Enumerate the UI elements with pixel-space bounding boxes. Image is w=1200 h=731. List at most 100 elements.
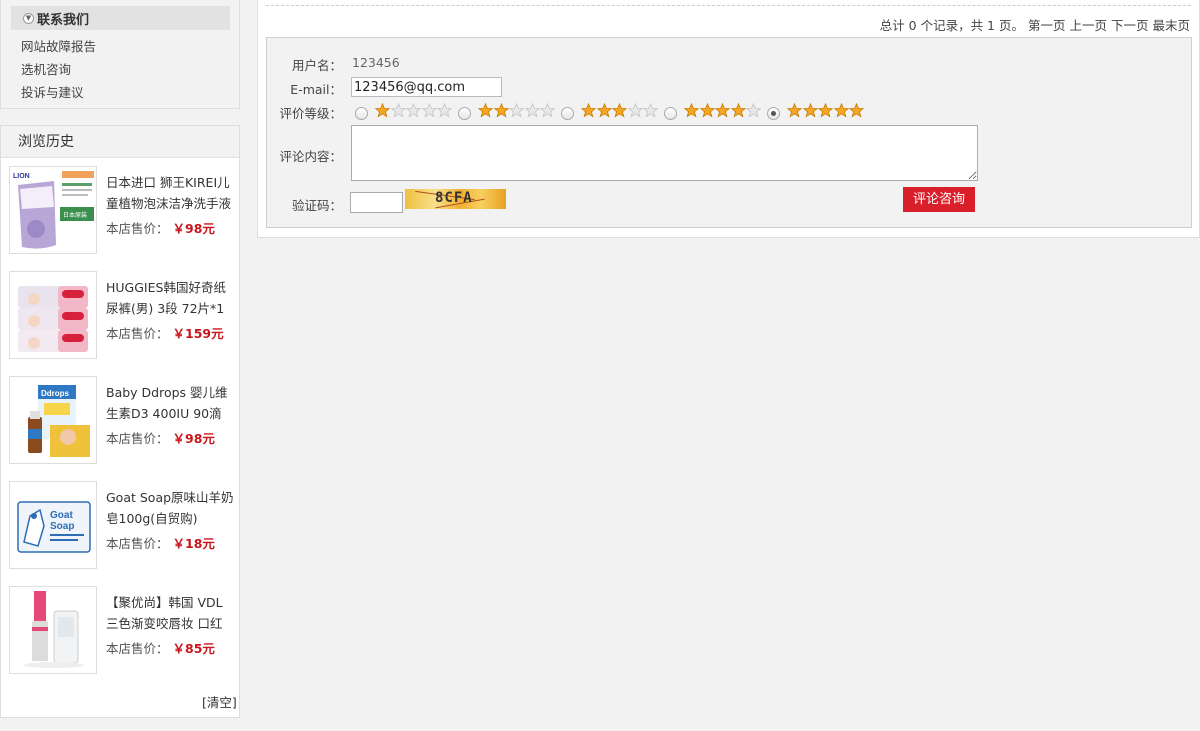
star-filled-icon <box>375 102 390 118</box>
star-empty-icon <box>390 102 406 118</box>
product-thumbnail[interactable]: Ddrops <box>9 376 97 464</box>
star-filled-icon <box>612 102 627 118</box>
pager-next[interactable]: 下一页 <box>1111 18 1149 33</box>
svg-text:Soap: Soap <box>50 521 74 532</box>
email-label: E-mail： <box>290 82 342 97</box>
star-filled-icon <box>787 102 802 118</box>
pager-prev[interactable]: 上一页 <box>1069 18 1107 33</box>
star-empty-icon <box>406 102 421 118</box>
history-item-name[interactable]: 【聚优尚】韩国 VDL 三色渐变咬唇妆 口红唇膏 <box>106 592 234 634</box>
star-empty-icon <box>509 102 524 118</box>
star-filled-icon <box>802 102 818 118</box>
product-thumbnail[interactable]: Goat Soap <box>9 481 97 569</box>
product-thumbnail[interactable]: LION 日本原装 <box>9 166 97 254</box>
price-label: 本店售价： <box>106 326 169 341</box>
star-empty-icon <box>437 102 452 118</box>
captcha-image[interactable]: 8CFA <box>405 189 506 209</box>
history-item-price: 本店售价： ￥85元 <box>106 638 215 657</box>
contact-header[interactable]: ▼ 联系我们 <box>11 6 230 30</box>
comment-label: 评论内容： <box>279 149 342 164</box>
svg-text:LION: LION <box>13 173 30 180</box>
pager-first[interactable]: 第一页 <box>1028 18 1066 33</box>
star-empty-icon <box>746 102 761 118</box>
svg-text:日本原装: 日本原装 <box>63 211 87 219</box>
price-label: 本店售价： <box>106 431 169 446</box>
history-item-price: 本店售价： ￥18元 <box>106 533 215 552</box>
divider <box>266 5 1191 6</box>
rating-option-5[interactable] <box>767 100 865 120</box>
history-item[interactable]: LION 日本原装 日本进口 狮王KIREI儿童植物泡沫洁净洗手液 本店售价： ￥… <box>1 166 239 256</box>
submit-comment-button[interactable]: 评论咨询 <box>903 187 975 212</box>
price-label: 本店售价： <box>106 641 169 656</box>
star-empty-icon <box>524 102 540 118</box>
star-filled-icon <box>730 102 746 118</box>
star-filled-icon <box>818 102 833 118</box>
rating-radio-2[interactable] <box>458 106 471 120</box>
star-filled-icon <box>581 102 596 118</box>
rating-stars <box>375 102 453 118</box>
chevron-down-icon: ▼ <box>23 12 34 24</box>
username-value: 123456 <box>352 55 400 70</box>
rating-option-3[interactable] <box>561 100 659 120</box>
product-thumbnail[interactable] <box>9 586 97 674</box>
history-item-price: 本店售价： ￥98元 <box>106 218 215 237</box>
price-value: ￥98元 <box>172 431 215 446</box>
captcha-text: 8CFA <box>435 190 473 206</box>
captcha-label: 验证码： <box>291 198 342 213</box>
price-label: 本店售价： <box>106 221 169 236</box>
contact-title: 联系我们 <box>37 12 90 28</box>
history-item[interactable]: Goat Soap Goat Soap原味山羊奶皂100g(自贸购) 本店售价：… <box>1 481 239 571</box>
rating-radio-5[interactable] <box>767 106 780 120</box>
star-filled-icon <box>493 102 509 118</box>
star-filled-icon <box>849 102 864 118</box>
username-label: 用户名： <box>291 58 342 73</box>
pager-summary: 总计 0 个记录，共 1 页。 <box>879 18 1024 33</box>
pager-last[interactable]: 最末页 <box>1152 18 1190 33</box>
email-field[interactable] <box>351 77 502 97</box>
rating-stars <box>787 102 865 118</box>
contact-link-report[interactable]: 网站故障报告 <box>21 35 96 58</box>
star-filled-icon <box>684 102 699 118</box>
rating-option-2[interactable] <box>458 100 556 120</box>
star-filled-icon <box>596 102 612 118</box>
price-value: ￥159元 <box>172 326 224 341</box>
star-empty-icon <box>643 102 658 118</box>
clear-history-link[interactable]: [清空] <box>202 692 237 711</box>
pagination: 总计 0 个记录，共 1 页。 第一页 上一页 下一页 最末页 <box>880 15 1190 34</box>
history-item[interactable]: 【聚优尚】韩国 VDL 三色渐变咬唇妆 口红唇膏 本店售价：￥85元 <box>1 586 239 676</box>
star-filled-icon <box>833 102 849 118</box>
comment-form: 用户名： 123456 E-mail： 评价等级： 评论内容： 验证码： 8CF… <box>266 37 1192 228</box>
history-item-name[interactable]: Goat Soap原味山羊奶皂100g(自贸购) <box>106 487 234 529</box>
captcha-input[interactable] <box>350 192 403 213</box>
star-filled-icon <box>699 102 715 118</box>
history-item-price: 本店售价： ￥159元 <box>106 323 224 342</box>
rating-radio-1[interactable] <box>355 106 368 120</box>
rating-option-4[interactable] <box>664 100 762 120</box>
history-item-name[interactable]: Baby Ddrops 婴儿维生素D3 400IU 90滴 <box>106 382 234 424</box>
contact-link-consult[interactable]: 选机咨询 <box>21 58 96 81</box>
star-filled-icon <box>478 102 493 118</box>
star-empty-icon <box>540 102 555 118</box>
rating-radio-3[interactable] <box>561 106 574 120</box>
comment-textarea[interactable] <box>351 125 978 181</box>
rating-stars <box>581 102 659 118</box>
price-value: ￥98元 <box>172 221 215 236</box>
price-value: ￥85元 <box>172 641 215 656</box>
svg-text:Goat: Goat <box>50 510 73 521</box>
rating-option-1[interactable] <box>355 100 453 120</box>
rating-radio-4[interactable] <box>664 106 677 120</box>
history-item[interactable]: Ddrops Baby Ddrops 婴儿维生素D3 400IU 90滴 本店售… <box>1 376 239 466</box>
history-item-name[interactable]: 日本进口 狮王KIREI儿童植物泡沫洁净洗手液 <box>106 172 234 214</box>
price-value: ￥18元 <box>172 536 215 551</box>
comment-panel: 总计 0 个记录，共 1 页。 第一页 上一页 下一页 最末页 用户名： 123… <box>257 0 1200 238</box>
price-label: 本店售价： <box>106 536 169 551</box>
history-panel: 浏览历史 LION 日本原装 日本进口 狮王KIREI儿童植物泡沫洁净洗手液 本… <box>0 125 240 718</box>
history-item-price: 本店售价： ￥98元 <box>106 428 215 447</box>
contact-link-complaint[interactable]: 投诉与建议 <box>21 81 96 104</box>
history-item[interactable]: HUGGIES韩国好奇纸尿裤(男) 3段 72片*1包 本店售价：￥159元 <box>1 271 239 361</box>
history-item-name[interactable]: HUGGIES韩国好奇纸尿裤(男) 3段 72片*1包 <box>106 277 234 319</box>
product-thumbnail[interactable] <box>9 271 97 359</box>
history-title: 浏览历史 <box>1 126 239 158</box>
rating-stars <box>684 102 762 118</box>
contact-panel: ▼ 联系我们 网站故障报告 选机咨询 投诉与建议 <box>0 0 240 109</box>
